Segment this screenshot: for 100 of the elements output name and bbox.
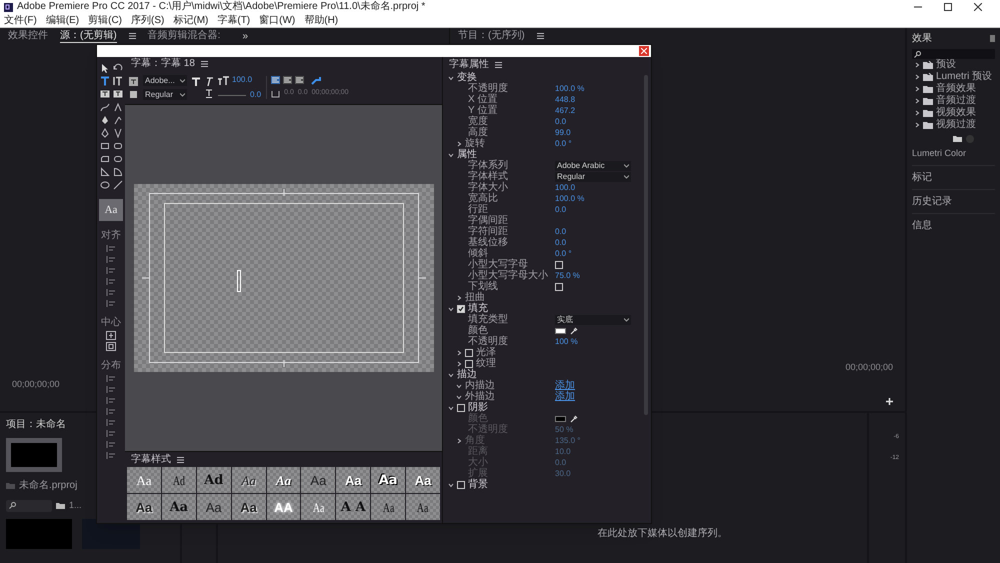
folder-icon[interactable] bbox=[953, 135, 962, 142]
menu-icon[interactable] bbox=[128, 33, 136, 39]
property-value[interactable]: 0.0 bbox=[555, 228, 566, 236]
chevron-icon[interactable] bbox=[914, 62, 920, 68]
property-value[interactable]: 467.2 bbox=[555, 106, 576, 114]
property-value[interactable]: 100.0 % bbox=[555, 194, 584, 202]
chevron-icon[interactable] bbox=[456, 360, 462, 366]
font-style-dropdown[interactable]: Regular bbox=[143, 89, 187, 100]
style-swatch[interactable]: A A bbox=[336, 494, 370, 520]
distribute-icon[interactable] bbox=[106, 440, 116, 449]
convert-anchor-icon[interactable] bbox=[112, 128, 122, 138]
folder-icon[interactable] bbox=[56, 502, 65, 510]
tree-item[interactable]: 音频过渡 bbox=[912, 95, 995, 107]
menu-item[interactable]: 编辑(E) bbox=[46, 14, 80, 26]
style-swatch[interactable]: Ad bbox=[162, 467, 196, 493]
property-value[interactable]: 0.0 ° bbox=[555, 250, 572, 258]
panel-title[interactable]: 历史记录 bbox=[912, 188, 995, 212]
overflow-button[interactable]: » bbox=[242, 28, 248, 44]
color-swatch[interactable] bbox=[555, 416, 566, 422]
section-header[interactable]: 背景 bbox=[468, 480, 488, 490]
chevron-icon[interactable] bbox=[448, 372, 454, 378]
bold-icon[interactable] bbox=[192, 77, 200, 86]
align-icon[interactable] bbox=[106, 244, 116, 253]
property-value[interactable]: 448.8 bbox=[555, 96, 576, 104]
property-value[interactable]: 0.0 bbox=[555, 206, 566, 214]
style-swatch[interactable]: Ad bbox=[196, 467, 231, 493]
type-tool-icon[interactable] bbox=[100, 76, 110, 86]
search-field[interactable] bbox=[6, 500, 52, 512]
chevron-icon[interactable] bbox=[448, 152, 454, 158]
delete-anchor-icon[interactable] bbox=[100, 128, 110, 138]
property-label[interactable]: 光泽 bbox=[476, 348, 496, 358]
add-link[interactable]: 添加 bbox=[555, 392, 575, 402]
property-value[interactable]: 100.0 % bbox=[555, 84, 584, 92]
style-swatch[interactable]: Aa bbox=[371, 494, 406, 520]
pen-icon[interactable] bbox=[100, 115, 110, 125]
chevron-icon[interactable] bbox=[456, 382, 462, 388]
menu-item[interactable]: 剪辑(C) bbox=[88, 14, 122, 26]
tree-item[interactable]: 视频效果 bbox=[912, 107, 995, 119]
style-swatch[interactable]: Aa bbox=[406, 467, 440, 493]
section-header[interactable]: 阴影 bbox=[468, 402, 488, 412]
panel-tab[interactable]: 音频剪辑混合器: bbox=[148, 29, 220, 43]
section-header[interactable]: 变换 bbox=[457, 72, 477, 82]
checkbox[interactable] bbox=[457, 304, 465, 312]
align-icon[interactable] bbox=[106, 255, 116, 264]
distribute-icon[interactable] bbox=[106, 385, 116, 394]
style-swatch[interactable]: AA bbox=[266, 494, 300, 520]
property-label[interactable]: 旋转 bbox=[465, 138, 485, 148]
color-swatch[interactable] bbox=[555, 328, 566, 334]
chevron-icon[interactable] bbox=[456, 394, 462, 400]
wedge-icon[interactable] bbox=[100, 167, 110, 177]
chevron-icon[interactable] bbox=[914, 86, 920, 92]
style-swatch[interactable]: Aa bbox=[301, 467, 336, 493]
property-value[interactable]: 100 % bbox=[555, 338, 578, 346]
line-icon[interactable] bbox=[112, 180, 122, 190]
distribute-icon[interactable] bbox=[106, 374, 116, 383]
font-family-dropdown[interactable]: Adobe... bbox=[143, 75, 187, 86]
section-header[interactable]: 属性 bbox=[457, 150, 477, 160]
tree-item[interactable]: 预设 bbox=[912, 59, 995, 71]
align-icon[interactable] bbox=[106, 266, 116, 275]
underline-icon[interactable] bbox=[205, 89, 213, 98]
panel-tab[interactable]: 效果控件 bbox=[8, 29, 48, 43]
menu-icon[interactable] bbox=[177, 456, 184, 462]
chevron-icon[interactable] bbox=[456, 294, 462, 300]
style-swatch[interactable]: Aa bbox=[127, 467, 161, 493]
menu-item[interactable]: 帮助(H) bbox=[304, 14, 338, 26]
style-swatch[interactable]: Aa bbox=[301, 494, 336, 520]
tree-item[interactable]: 视频过渡 bbox=[912, 119, 995, 131]
area-type-icon[interactable] bbox=[100, 89, 110, 99]
chevron-icon[interactable] bbox=[448, 306, 454, 312]
property-label[interactable]: 纹理 bbox=[476, 358, 496, 368]
style-swatch[interactable]: Aa bbox=[266, 467, 300, 493]
section-header[interactable]: 填充 bbox=[468, 304, 488, 314]
vertical-type-icon[interactable] bbox=[112, 76, 122, 86]
eyedropper-icon[interactable] bbox=[570, 326, 578, 334]
menu-icon[interactable] bbox=[200, 61, 208, 67]
menu-item[interactable]: 文件(F) bbox=[4, 14, 37, 26]
menu-item[interactable]: 字幕(T) bbox=[217, 14, 250, 26]
tab-stops-icon[interactable] bbox=[311, 76, 322, 86]
add-anchor-icon[interactable] bbox=[112, 115, 122, 125]
distribute-icon[interactable] bbox=[106, 396, 116, 405]
chevron-icon[interactable] bbox=[914, 98, 920, 104]
distribute-icon[interactable] bbox=[106, 407, 116, 416]
text-box-icon[interactable] bbox=[129, 76, 138, 86]
eyedropper-icon[interactable] bbox=[570, 414, 578, 422]
close-icon[interactable] bbox=[974, 3, 982, 11]
property-value[interactable]: 75.0 % bbox=[555, 272, 580, 280]
panel-title[interactable]: 信息 bbox=[912, 212, 995, 236]
style-swatch[interactable]: Aa bbox=[127, 494, 161, 520]
path-type-icon[interactable] bbox=[100, 102, 110, 112]
align-center-icon[interactable] bbox=[283, 76, 292, 84]
menu-icon[interactable] bbox=[536, 33, 544, 39]
property-dropdown[interactable]: Regular bbox=[555, 172, 631, 182]
selection-arrow-icon[interactable] bbox=[100, 63, 110, 73]
distribute-icon[interactable] bbox=[106, 418, 116, 427]
align-icon[interactable] bbox=[106, 288, 116, 297]
align-icon[interactable] bbox=[106, 299, 116, 308]
property-value[interactable]: 0.0 bbox=[555, 238, 566, 246]
chevron-icon[interactable] bbox=[914, 110, 920, 116]
chevron-icon[interactable] bbox=[456, 350, 462, 356]
style-swatch[interactable]: Aa bbox=[196, 494, 231, 520]
